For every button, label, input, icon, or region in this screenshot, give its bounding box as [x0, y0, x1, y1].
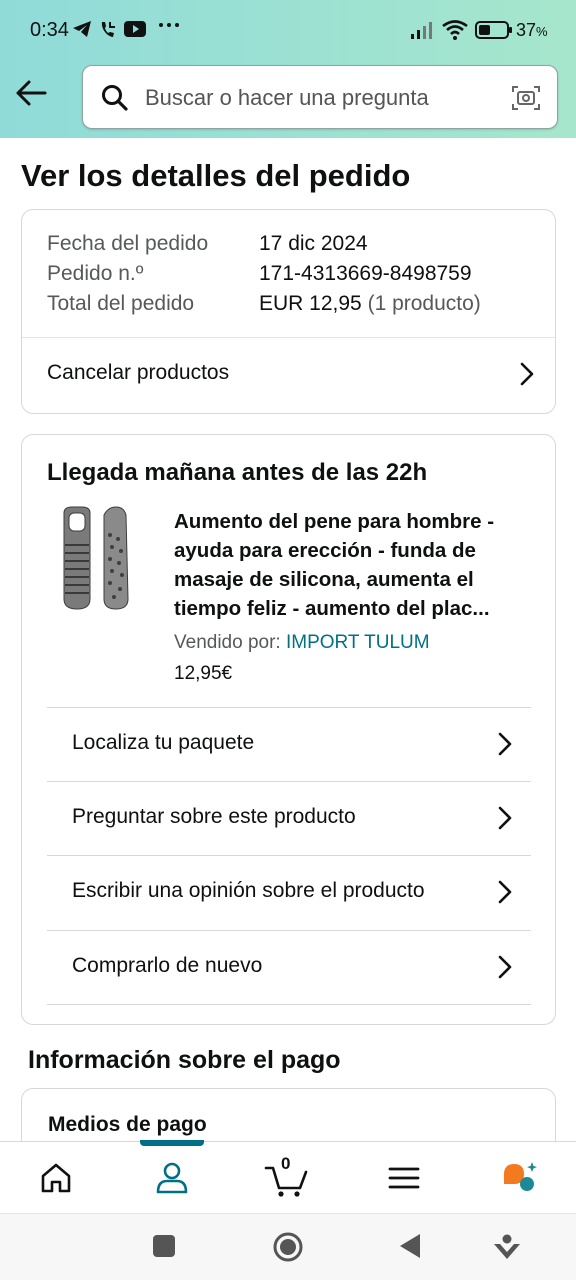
- page-title: Ver los detalles del pedido: [21, 158, 411, 193]
- cart-count: 0: [281, 1154, 291, 1173]
- product-price: 12,95€: [174, 663, 233, 684]
- menu-icon[interactable]: [384, 1158, 424, 1198]
- cancel-products-label: Cancelar productos: [47, 361, 230, 384]
- arrow-left-icon: [14, 80, 48, 114]
- payment-methods-heading: Medios de pago: [48, 1113, 207, 1136]
- seller-info: Vendido por: IMPORT TULUM: [174, 632, 430, 654]
- track-package-button[interactable]: Localiza tu paquete: [47, 707, 531, 781]
- active-tab-indicator: [140, 1140, 204, 1146]
- wifi-icon: [442, 20, 468, 45]
- buy-again-button[interactable]: Comprarlo de nuevo: [47, 930, 531, 1004]
- system-nav-bar: [0, 1213, 576, 1280]
- ask-about-product-label: Preguntar sobre este producto: [72, 805, 356, 828]
- order-total-label: Total del pedido: [47, 292, 195, 315]
- order-summary-card: Fecha del pedido 17 dic 2024 Pedido n.º …: [21, 209, 556, 414]
- search-bar[interactable]: Buscar o hacer una pregunta: [82, 65, 558, 129]
- payment-info-heading: Información sobre el pago: [28, 1046, 341, 1074]
- more-dots-icon: [158, 16, 180, 39]
- cart-icon[interactable]: 0: [264, 1154, 310, 1198]
- status-bar: 0:34 37%: [0, 0, 576, 62]
- chevron-right-icon: [519, 362, 535, 391]
- chevron-right-icon: [497, 806, 513, 835]
- camera-scan-icon[interactable]: [511, 84, 541, 117]
- chevron-right-icon: [497, 880, 513, 909]
- telegram-icon: [72, 20, 92, 43]
- back-button[interactable]: [14, 76, 54, 112]
- battery-icon: [475, 20, 513, 45]
- search-icon: [101, 84, 129, 117]
- ask-about-product-button[interactable]: Preguntar sobre este producto: [47, 781, 531, 855]
- app-header: 0:34 37% Buscar o hacer una pregunta: [0, 0, 576, 138]
- order-number-label: Pedido n.º: [47, 262, 144, 285]
- product-title-link[interactable]: Aumento del pene para hombre - ayuda par…: [174, 507, 534, 623]
- delivery-heading: Llegada mañana antes de las 22h: [47, 459, 428, 486]
- assistant-icon[interactable]: [492, 1232, 522, 1267]
- shipment-card: Llegada mañana antes de las 22h Aumento: [21, 434, 556, 1025]
- home-circle-icon[interactable]: [272, 1231, 304, 1268]
- bottom-nav: 0: [0, 1140, 576, 1213]
- order-date-label: Fecha del pedido: [47, 232, 209, 255]
- status-time: 0:34: [30, 19, 69, 41]
- order-item-count: (1 producto): [367, 292, 481, 315]
- battery-percent: 37%: [516, 20, 548, 40]
- track-package-label: Localiza tu paquete: [72, 731, 255, 754]
- cancel-products-button[interactable]: Cancelar productos: [22, 338, 555, 410]
- chevron-right-icon: [497, 955, 513, 984]
- chevron-right-icon: [497, 732, 513, 761]
- divider: [47, 1004, 531, 1005]
- buy-again-label: Comprarlo de nuevo: [72, 954, 263, 977]
- order-date-value: 17 dic 2024: [259, 232, 368, 255]
- order-total-value: EUR 12,95 (1 producto): [259, 292, 481, 315]
- youtube-icon: [124, 20, 146, 43]
- seller-link[interactable]: IMPORT TULUM: [286, 632, 430, 653]
- signal-icon: [410, 20, 436, 45]
- home-icon[interactable]: [36, 1158, 76, 1198]
- rufus-assistant-icon[interactable]: [500, 1158, 540, 1198]
- account-icon[interactable]: [152, 1158, 192, 1198]
- write-review-label: Escribir una opinión sobre el producto: [72, 879, 425, 902]
- search-input[interactable]: Buscar o hacer una pregunta: [145, 85, 429, 111]
- write-review-button[interactable]: Escribir una opinión sobre el producto: [47, 855, 531, 929]
- order-number-value: 171-4313669-8498759: [259, 262, 472, 285]
- sold-by-label: Vendido por:: [174, 632, 281, 653]
- back-triangle-icon[interactable]: [398, 1233, 422, 1264]
- product-thumbnail[interactable]: [50, 505, 146, 615]
- missed-call-icon: [98, 20, 118, 45]
- recent-apps-icon[interactable]: [152, 1234, 176, 1263]
